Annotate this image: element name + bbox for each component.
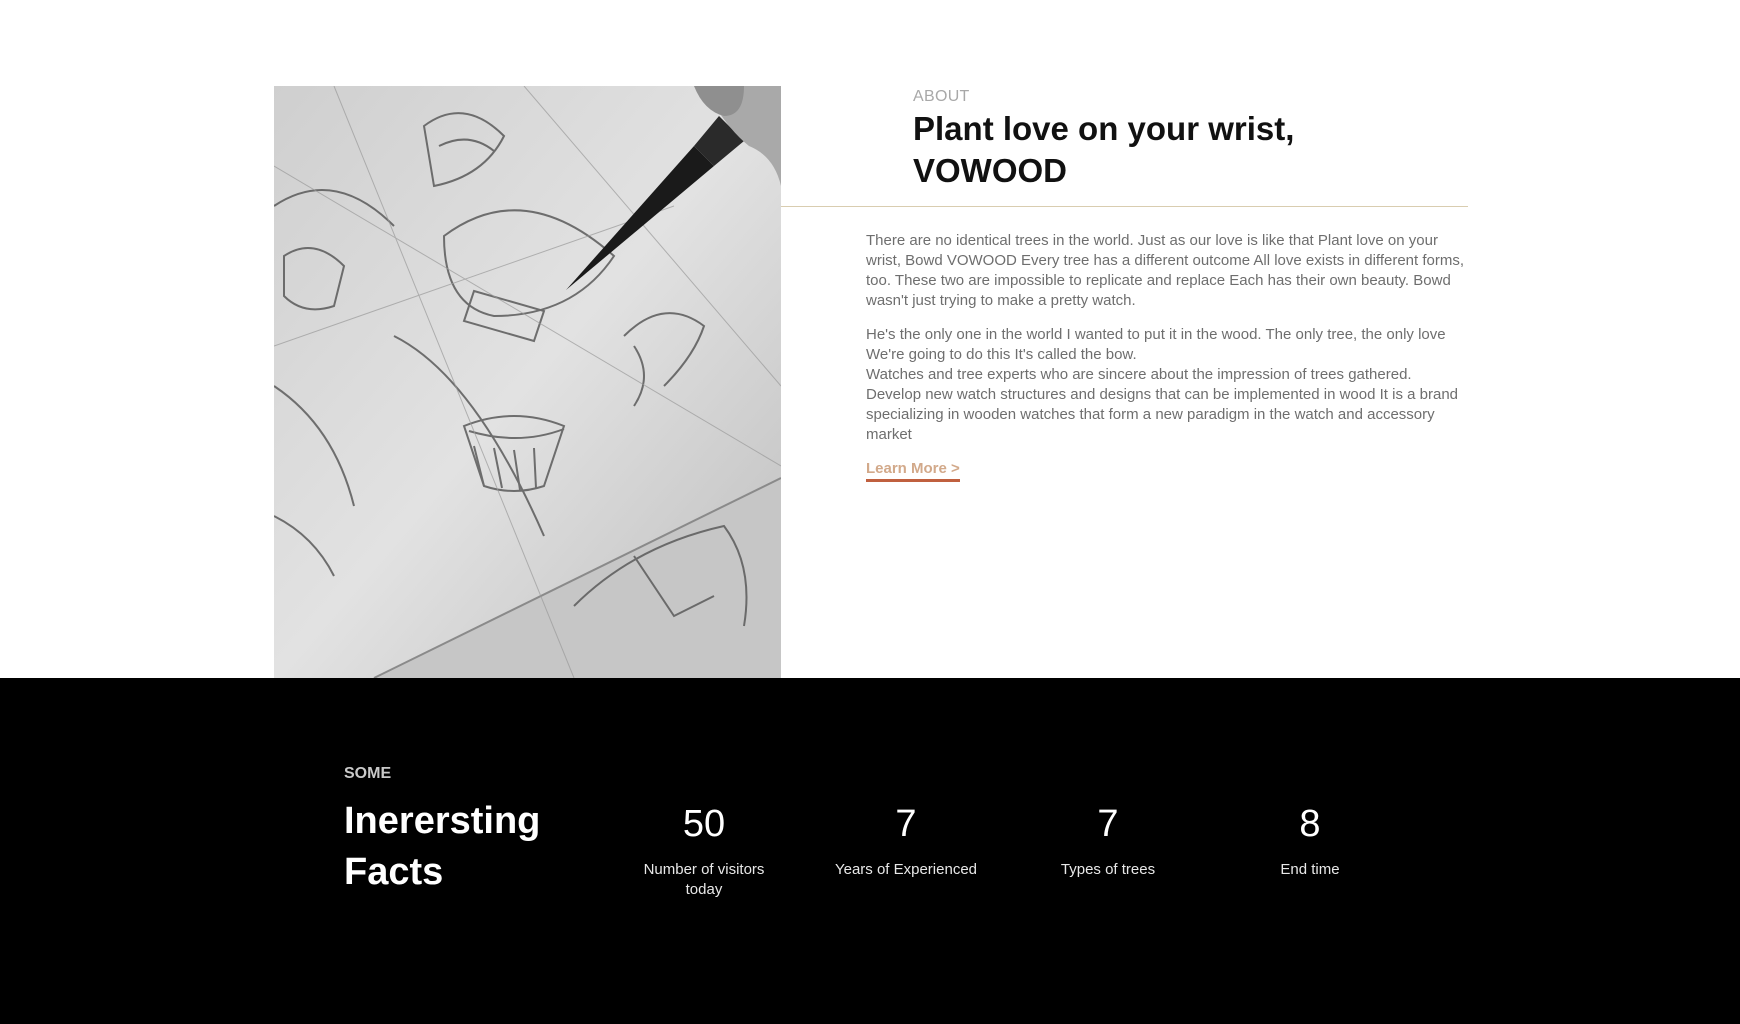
learn-more-link[interactable]: Learn More > <box>866 460 960 482</box>
about-eyebrow: ABOUT <box>913 88 970 105</box>
about-paragraph-1: There are no identical trees in the worl… <box>866 232 1465 309</box>
facts-title: Inererst­ing Facts <box>344 796 604 898</box>
about-section: ABOUT Plant love on your wrist, VOWOOD T… <box>0 0 1740 678</box>
stat-end-time: 8 End time <box>1225 802 1395 880</box>
stat-tree-types: 7 Types of trees <box>1023 802 1193 880</box>
stat-label: End time <box>1280 861 1340 878</box>
stat-label: Types of trees <box>1060 861 1156 878</box>
about-paragraph-2-line-2: Watches and tree experts who are sincere… <box>866 366 1459 443</box>
about-title: Plant love on your wrist, VOWOOD <box>913 108 1433 192</box>
stat-label: Years of Experienced <box>834 861 978 878</box>
stat-visitors: 50 Number of visitors today <box>619 802 789 900</box>
about-divider <box>781 206 1468 207</box>
facts-title-line2: Facts <box>344 851 444 893</box>
facts-eyebrow: SOME <box>344 765 392 782</box>
stat-label: Number of visitors today <box>643 861 765 898</box>
stat-value: 7 <box>1097 803 1119 845</box>
stat-value: 8 <box>1299 803 1321 845</box>
about-title-line1: Plant love on your wrist, <box>913 110 1295 147</box>
facts-title-line1: Inererst­ing <box>344 800 541 842</box>
about-title-line2: VOWOOD <box>913 152 1067 189</box>
about-paragraph-2: He's the only one in the world I wanted … <box>866 325 1470 445</box>
stat-years: 7 Years of Experienced <box>821 802 991 880</box>
facts-section: SOME Inererst­ing Facts 50 Number of vis… <box>0 678 1740 1024</box>
watch-sketch-image <box>274 86 781 678</box>
stat-value: 7 <box>895 803 917 845</box>
stat-value: 50 <box>682 803 726 845</box>
about-body: There are no identical trees in the worl… <box>866 231 1470 459</box>
about-paragraph-2-line-1: He's the only one in the world I wanted … <box>866 326 1446 363</box>
